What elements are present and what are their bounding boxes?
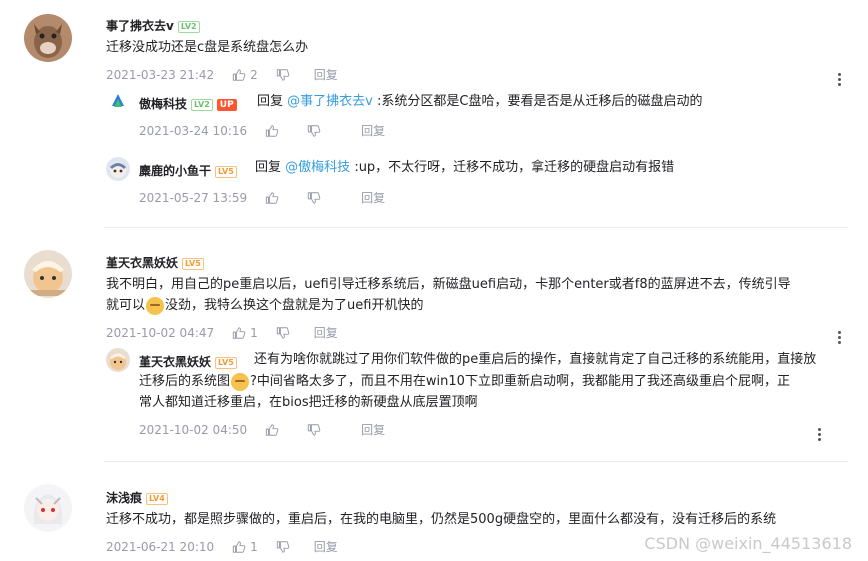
timestamp: 2021-05-27 13:59	[139, 190, 248, 205]
up-badge: UP	[216, 98, 237, 111]
thumb-up-icon[interactable]	[265, 124, 279, 138]
timestamp: 2021-10-02 04:50	[139, 422, 248, 437]
timestamp: 2021-10-02 04:47	[106, 325, 215, 340]
thumb-down-icon[interactable]	[307, 191, 321, 205]
reply-text: 还有为啥你就跳过了用你们软件做的pe重启后的操作，直接就肯定了自己迁移的系统能用…	[254, 352, 817, 367]
avatar[interactable]	[24, 14, 72, 62]
comment-text: 迁移没成功还是c盘是系统盘怎么办	[106, 40, 309, 55]
comment-meta: 2021-05-27 13:59 回复	[139, 189, 385, 206]
reply-text: 常人都知道迁移重启，在bios把迁移的新硬盘从底层置顶啊	[139, 395, 478, 410]
reply-button[interactable]: 回复	[314, 66, 338, 83]
mention-link[interactable]: @事了拂衣去v	[287, 94, 373, 109]
emoji-icon	[231, 372, 250, 391]
comment-text: 我不明白，用自己的pe重启以后，uefi引导迁移系统后，新磁盘uefi启动，卡那…	[106, 277, 791, 292]
username[interactable]: 事了拂衣去v LV2	[106, 17, 200, 34]
username[interactable]: 沫浅痕 LV4	[106, 489, 168, 506]
thumb-down-icon[interactable]	[276, 540, 290, 554]
comment-text: 迁移不成功，都是照步骤做的，重启后，在我的电脑里，仍然是500g硬盘空的，里面什…	[106, 512, 777, 527]
thumb-up-icon[interactable]	[232, 540, 246, 554]
username[interactable]: 麋鹿的小鱼干 LV5	[139, 162, 237, 179]
reply-text: 回复 @傲梅科技 :up，不太行呀，迁移不成功，拿迁移的硬盘启动有报错	[255, 160, 675, 175]
comment-meta: 2021-03-23 21:42 2 回复	[106, 66, 338, 83]
thumb-down-icon[interactable]	[276, 326, 290, 340]
watermark: CSDN @weixin_44513618	[644, 534, 852, 553]
avatar[interactable]	[24, 484, 72, 532]
like-count: 1	[250, 539, 258, 554]
timestamp: 2021-06-21 20:10	[106, 539, 215, 554]
reply-button[interactable]: 回复	[314, 324, 338, 341]
reply-button[interactable]: 回复	[361, 189, 385, 206]
avatar[interactable]	[24, 250, 72, 298]
divider	[104, 461, 848, 462]
thumb-down-icon[interactable]	[307, 423, 321, 437]
level-badge: LV2	[191, 98, 213, 111]
thumb-up-icon[interactable]	[265, 191, 279, 205]
divider	[104, 227, 848, 228]
reply-button[interactable]: 回复	[314, 538, 338, 555]
thumb-up-icon[interactable]	[265, 423, 279, 437]
timestamp: 2021-03-24 10:16	[139, 123, 248, 138]
reply-button[interactable]: 回复	[361, 122, 385, 139]
more-options-icon[interactable]	[836, 73, 842, 88]
reply-button[interactable]: 回复	[361, 421, 385, 438]
username[interactable]: 傲梅科技 LV2 UP	[139, 95, 237, 112]
more-options-icon[interactable]	[836, 331, 842, 346]
timestamp: 2021-03-23 21:42	[106, 67, 215, 82]
avatar[interactable]	[106, 348, 130, 372]
more-options-icon[interactable]	[816, 428, 822, 443]
comment-meta: 2021-06-21 20:10 1 回复	[106, 538, 338, 555]
thumb-down-icon[interactable]	[276, 68, 290, 82]
mention-link[interactable]: @傲梅科技	[285, 160, 350, 175]
username[interactable]: 堇天衣黑妖妖 LV5	[106, 254, 204, 271]
level-badge: LV5	[215, 356, 237, 369]
level-badge: LV4	[146, 492, 168, 505]
level-badge: LV5	[215, 165, 237, 178]
like-count: 1	[250, 325, 258, 340]
reply-text: 回复 @事了拂衣去v :系统分区都是C盘哈，要看是否是从迁移后的磁盘启动的	[257, 94, 703, 109]
comment-meta: 2021-10-02 04:47 1 回复	[106, 324, 338, 341]
thumb-up-icon[interactable]	[232, 68, 246, 82]
comment-meta: 2021-03-24 10:16 回复	[139, 122, 385, 139]
level-badge: LV2	[177, 20, 200, 33]
emoji-icon	[146, 296, 165, 315]
comment-text: 就可以 没劲，我特么换这个盘就是为了uefi开机快的	[106, 296, 424, 315]
thumb-down-icon[interactable]	[307, 124, 321, 138]
reply-text: 迁移后的系统图 ?中间省略太多了，而且不用在win10下立即重新启动啊，我都能用了…	[139, 372, 790, 391]
level-badge: LV5	[182, 257, 204, 270]
avatar[interactable]	[106, 157, 130, 181]
username[interactable]: 堇天衣黑妖妖 LV5	[139, 353, 237, 370]
avatar[interactable]	[106, 90, 130, 114]
comment-meta: 2021-10-02 04:50 回复	[139, 421, 385, 438]
thumb-up-icon[interactable]	[232, 326, 246, 340]
like-count: 2	[250, 67, 258, 82]
